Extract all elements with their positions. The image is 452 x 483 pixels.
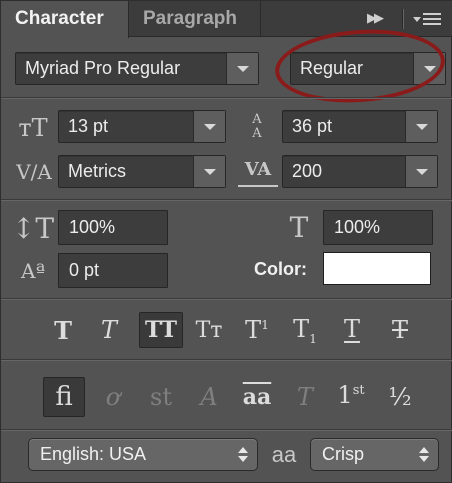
section-divider — [1, 298, 452, 300]
faux-italic-button[interactable]: T — [91, 312, 127, 348]
underline-icon: T — [343, 315, 360, 343]
all-caps-icon: TT — [145, 317, 177, 343]
tracking-arrow[interactable] — [405, 156, 437, 187]
section-divider — [1, 199, 452, 201]
font-family-value: Myriad Pro Regular — [25, 58, 181, 78]
superscript-button[interactable]: T1 — [239, 312, 275, 348]
horizontal-scale-input[interactable]: 100% — [323, 210, 433, 245]
font-style-arrow[interactable] — [413, 53, 445, 84]
chevron-down-icon — [415, 123, 428, 130]
chevron-down-icon — [203, 168, 216, 175]
strikethrough-icon: T — [391, 316, 408, 344]
oldstyle-button[interactable]: aa — [235, 379, 279, 415]
collapse-panel-icon[interactable]: ▶▶ — [367, 10, 389, 28]
titling-alternates-icon: T — [296, 383, 313, 411]
antialiasing-select[interactable]: Crisp — [310, 438, 439, 471]
panel-tab-bar: Character Paragraph ▶▶ — [1, 1, 452, 38]
kerning-icon: V/A — [16, 160, 52, 184]
font-size-value: 13 pt — [68, 116, 109, 136]
chevron-down-icon — [203, 123, 216, 130]
baseline-shift-input[interactable]: 0 pt — [58, 253, 168, 288]
underline-button[interactable]: T — [334, 312, 370, 348]
up-down-arrows-icon — [238, 447, 248, 463]
color-swatch[interactable] — [323, 252, 431, 285]
swash-icon: A — [200, 383, 218, 411]
font-size-icon: ᴛT — [18, 114, 48, 142]
all-caps-button[interactable]: TT — [139, 312, 183, 348]
subscript-button[interactable]: T1 — [287, 312, 323, 348]
oldstyle-icon: aa — [242, 384, 272, 410]
language-select[interactable]: English: USA — [28, 438, 258, 471]
standard-ligatures-button[interactable]: fi — [43, 377, 85, 417]
ordinals-button[interactable]: 1st — [331, 377, 371, 413]
contextual-alternates-button[interactable]: ơ — [95, 379, 131, 415]
swash-button[interactable]: A — [191, 379, 227, 415]
language-value: English: USA — [40, 444, 147, 464]
chevron-down-icon — [423, 65, 436, 72]
panel-menu-icon[interactable] — [413, 9, 443, 29]
kerning-value: Metrics — [68, 161, 126, 181]
kerning-arrow[interactable] — [193, 156, 225, 187]
vertical-scale-icon: ↕T — [11, 211, 55, 245]
chevron-down-icon — [415, 168, 428, 175]
font-style-value: Regular — [300, 58, 364, 78]
leading-dropdown[interactable]: 36 pt — [282, 110, 438, 143]
section-divider — [1, 97, 452, 99]
tracking-icon: VA — [238, 153, 278, 187]
tracking-dropdown[interactable]: 200 — [282, 155, 438, 188]
tracking-value: 200 — [292, 161, 323, 181]
tab-bar-divider — [402, 9, 404, 29]
chevron-down-icon — [236, 65, 249, 72]
horizontal-scale-icon: T — [289, 210, 309, 244]
font-family-arrow[interactable] — [226, 53, 258, 84]
up-down-arrows-icon — [419, 447, 429, 463]
fractions-icon: ½ — [388, 383, 412, 411]
ligatures-icon: fi — [55, 382, 73, 412]
section-divider — [1, 429, 452, 431]
titling-alternates-button[interactable]: T — [287, 379, 323, 415]
small-caps-icon: Tт — [195, 317, 223, 343]
font-size-dropdown[interactable]: 13 pt — [58, 110, 226, 143]
contextual-alternates-icon: ơ — [105, 383, 121, 411]
tab-character[interactable]: Character — [1, 1, 129, 38]
font-family-dropdown[interactable]: Myriad Pro Regular — [15, 52, 259, 85]
character-panel: Character Paragraph ▶▶ Myriad Pro Regula… — [0, 0, 452, 483]
font-style-dropdown[interactable]: Regular — [290, 52, 446, 85]
color-label: Color: — [254, 259, 307, 279]
bold-icon: T — [54, 315, 72, 345]
small-caps-button[interactable]: Tт — [189, 312, 229, 348]
discretionary-ligatures-icon: st — [150, 383, 172, 411]
faux-bold-button[interactable]: T — [45, 312, 81, 348]
vertical-scale-input[interactable]: 100% — [58, 210, 168, 245]
leading-icon: AA — [252, 112, 262, 141]
italic-icon: T — [100, 316, 117, 344]
leading-arrow[interactable] — [405, 111, 437, 142]
leading-value: 36 pt — [292, 116, 333, 136]
kerning-dropdown[interactable]: Metrics — [58, 155, 226, 188]
subscript-icon: T1 — [293, 314, 317, 346]
tab-paragraph[interactable]: Paragraph — [129, 1, 261, 37]
ordinals-icon: 1st — [337, 381, 365, 409]
antialiasing-value: Crisp — [322, 444, 365, 464]
discretionary-ligatures-button[interactable]: st — [143, 379, 179, 415]
section-divider — [1, 359, 452, 361]
baseline-shift-icon: Aª — [21, 259, 45, 283]
superscript-icon: T1 — [245, 316, 269, 344]
font-size-arrow[interactable] — [193, 111, 225, 142]
fractions-button[interactable]: ½ — [382, 379, 418, 415]
antialiasing-icon: aa — [271, 442, 297, 467]
strikethrough-button[interactable]: T — [382, 312, 418, 348]
